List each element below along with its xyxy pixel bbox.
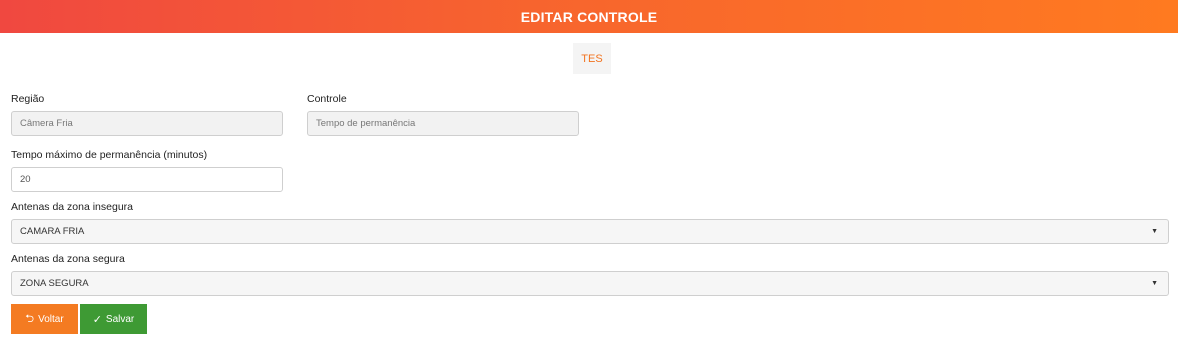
region-field: Câmera Fria	[11, 111, 283, 136]
region-label: Região	[11, 93, 45, 105]
unsafe-antennas-label: Antenas da zona insegura	[11, 201, 134, 213]
control-value: Tempo de permanência	[316, 118, 416, 129]
region-value: Câmera Fria	[20, 118, 73, 129]
max-time-input[interactable]: 20	[11, 167, 283, 192]
unsafe-antennas-selected: CAMARA FRIA	[20, 226, 85, 237]
back-button-label: Voltar	[38, 313, 64, 325]
unsafe-antennas-select[interactable]: CAMARA FRIA ▼	[11, 219, 1169, 244]
back-button[interactable]: ⮌ Voltar	[11, 304, 78, 334]
caret-down-icon: ▼	[1151, 280, 1158, 287]
safe-antennas-select[interactable]: ZONA SEGURA ▼	[11, 271, 1169, 296]
safe-antennas-selected: ZONA SEGURA	[20, 278, 89, 289]
safe-antennas-label: Antenas da zona segura	[11, 253, 125, 265]
return-icon: ⮌	[25, 312, 35, 325]
control-field: Tempo de permanência	[307, 111, 579, 136]
control-label: Controle	[307, 93, 347, 105]
caret-down-icon: ▼	[1151, 228, 1158, 235]
check-icon: ✓	[92, 313, 102, 326]
save-button-label: Salvar	[105, 313, 135, 325]
tab-tes[interactable]: TES	[573, 43, 611, 74]
max-time-label: Tempo máximo de permanência (minutos)	[11, 149, 208, 161]
page-header: EDITAR CONTROLE	[0, 0, 1178, 33]
save-button[interactable]: ✓ Salvar	[80, 304, 147, 334]
page-title: EDITAR CONTROLE	[520, 8, 658, 25]
max-time-value: 20	[20, 174, 31, 185]
